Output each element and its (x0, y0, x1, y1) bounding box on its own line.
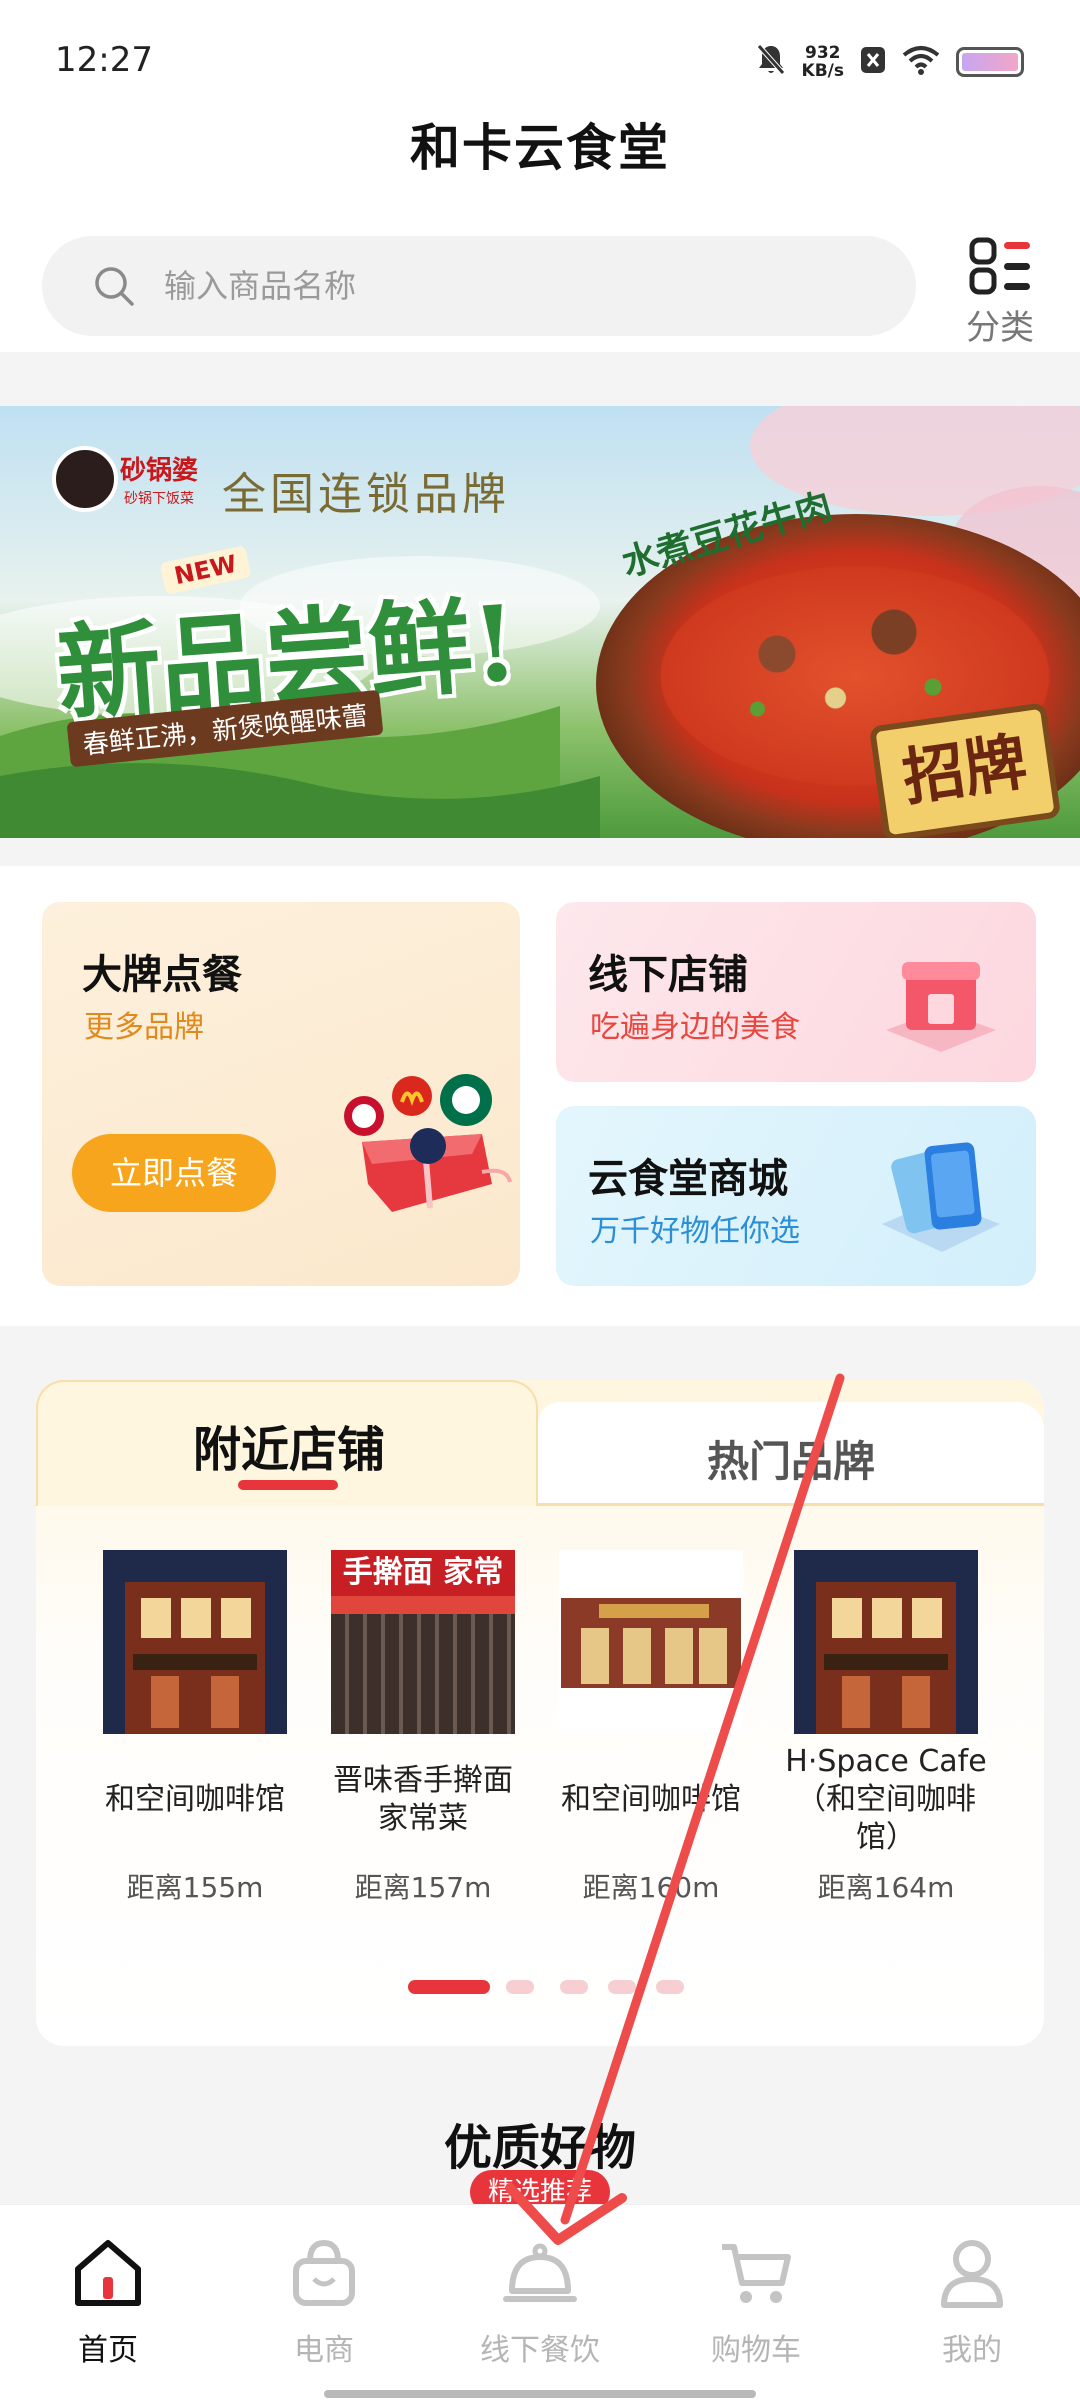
store-image (103, 1550, 287, 1734)
home-indicator[interactable] (324, 2390, 756, 2398)
phone-mall-icon (882, 1142, 1000, 1252)
store-name: 和空间咖啡馆 (561, 1782, 741, 1817)
dining-cloche-icon (503, 2243, 577, 2302)
nav-offline-dining-label: 线下餐饮 (480, 2333, 600, 2368)
search-icon (95, 267, 134, 306)
nav-home-label: 首页 (78, 2333, 138, 2368)
order-now-button[interactable]: 立即点餐 (72, 1134, 276, 1212)
store-distance: 距离160m (582, 1871, 720, 1904)
nav-cart-label: 购物车 (711, 2333, 801, 2368)
network-speed: 932 KB/s (802, 44, 844, 80)
banner-seal: 招牌 (868, 702, 1062, 838)
mall-subtitle: 万千好物任你选 (590, 1214, 800, 1249)
store-card[interactable]: 手擀面 家常菜 晋味香手擀面家常菜 距离157m (320, 1550, 526, 1906)
nav-home[interactable]: 首页 (0, 2235, 216, 2369)
store-card[interactable]: 和空间咖啡馆 距离155m (92, 1550, 298, 1906)
pager-dot[interactable] (506, 1980, 534, 1994)
category-label: 分类 (966, 308, 1034, 348)
mall-card[interactable]: 云食堂商城 万千好物任你选 (556, 1106, 1036, 1286)
pager-dot-active[interactable] (408, 1980, 490, 1994)
store-name: H·Space Cafe（和空间咖啡馆） (785, 1744, 987, 1855)
store-name: 和空间咖啡馆 (105, 1782, 285, 1817)
store-image (559, 1550, 743, 1734)
shop-icon (886, 962, 996, 1052)
offline-shop-card[interactable]: 线下店铺 吃遍身边的美食 (556, 902, 1036, 1082)
brand-order-card[interactable]: 大牌点餐 更多品牌 立即点餐 (42, 902, 520, 1286)
shopping-bag-icon (293, 2239, 355, 2306)
nav-profile-label: 我的 (942, 2333, 1002, 2368)
store-name: 晋味香手擀面家常菜 (333, 1763, 513, 1836)
nav-offline-dining[interactable]: 线下餐饮 (432, 2235, 648, 2369)
offline-shop-subtitle: 吃遍身边的美食 (590, 1010, 800, 1045)
nav-profile[interactable]: 我的 (864, 2235, 1080, 2369)
category-button[interactable]: 分类 (950, 232, 1050, 348)
offline-shop-title: 线下店铺 (588, 952, 748, 998)
mute-icon (756, 43, 786, 81)
nav-cart[interactable]: 购物车 (648, 2235, 864, 2369)
tab-hot-brands[interactable]: 热门品牌 (538, 1402, 1044, 1506)
network-speed-unit: KB/s (801, 61, 844, 81)
screen: 12:27 932 KB/s 和卡云食堂 输入商品名称 分类 砂锅婆 砂锅下饭菜… (0, 0, 1080, 2408)
store-image: 手擀面 家常菜 (331, 1550, 515, 1734)
store-list: 和空间咖啡馆 距离155m 手擀面 家常菜 晋味香手擀面家常菜 距离157m (36, 1550, 1044, 1904)
user-icon (941, 2240, 1003, 2308)
status-bar: 12:27 932 KB/s (0, 0, 1080, 110)
mall-title: 云食堂商城 (588, 1156, 788, 1202)
brand-order-title: 大牌点餐 (82, 952, 242, 998)
header-area: 12:27 932 KB/s 和卡云食堂 输入商品名称 分类 (0, 0, 1080, 352)
banner-brand-name: 砂锅婆 (120, 456, 199, 486)
pager-dot[interactable] (656, 1980, 684, 1994)
quality-goods-title: 优质好物 (443, 2120, 636, 2176)
brand-order-subtitle: 更多品牌 (84, 1010, 204, 1045)
brand-logo (52, 446, 118, 512)
store-distance: 距离164m (817, 1871, 955, 1904)
store-image-sign: 手擀面 家常菜 (331, 1550, 515, 1636)
store-card[interactable]: H·Space Cafe（和空间咖啡馆） 距离164m (776, 1550, 996, 1906)
battery-level (962, 53, 1018, 71)
stores-section: 热门品牌 附近店铺 和空间咖啡馆 距离155m 手擀面 家常 晋味香手擀面家常菜… (36, 1380, 1044, 2046)
pager-dot[interactable] (560, 1980, 588, 1994)
tab-nearby-stores[interactable]: 附近店铺 (36, 1380, 538, 1506)
tab-hot-brands-label: 热门品牌 (706, 1437, 875, 1486)
store-image (794, 1550, 978, 1734)
category-icon (969, 237, 1030, 295)
store-distance: 距离157m (354, 1871, 492, 1904)
bottom-nav: 首页 电商 线下餐饮 购物车 我的 (0, 2204, 1080, 2408)
banner-chain-text: 全国连锁品牌 (222, 469, 510, 520)
status-time: 12:27 (55, 40, 153, 80)
tab-active-indicator (238, 1480, 338, 1490)
pager-dots (36, 1980, 1044, 1996)
nav-ecommerce-label: 电商 (294, 2333, 354, 2368)
store-card[interactable]: 和空间咖啡馆 距离160m (548, 1550, 754, 1906)
search-input[interactable]: 输入商品名称 (42, 236, 916, 336)
wifi-icon (902, 45, 940, 79)
notification-x-icon (860, 46, 886, 78)
banner-brand-sub: 砂锅下饭菜 (124, 491, 194, 507)
nav-ecommerce[interactable]: 电商 (216, 2235, 432, 2369)
promo-banner[interactable]: 砂锅婆 砂锅下饭菜 全国连锁品牌 NEW 新品尝鲜! 春鲜正沸，新煲唤醒味蕾 水… (0, 406, 1080, 838)
status-icons: 932 KB/s (756, 40, 1024, 84)
battery-icon (956, 47, 1024, 77)
page-title: 和卡云食堂 (410, 119, 670, 177)
store-distance: 距离155m (126, 1871, 264, 1904)
search-placeholder: 输入商品名称 (164, 267, 357, 305)
gift-box-icon (344, 1074, 512, 1212)
network-speed-value: 932 (805, 43, 841, 63)
home-icon (75, 2240, 141, 2306)
cart-icon (722, 2244, 791, 2303)
pager-dot[interactable] (608, 1980, 636, 1994)
tab-nearby-stores-label: 附近店铺 (192, 1422, 385, 1478)
feature-cards: 大牌点餐 更多品牌 立即点餐 线下店铺 吃遍身边的美食 云食堂商城 万千好物任你… (0, 866, 1080, 1326)
